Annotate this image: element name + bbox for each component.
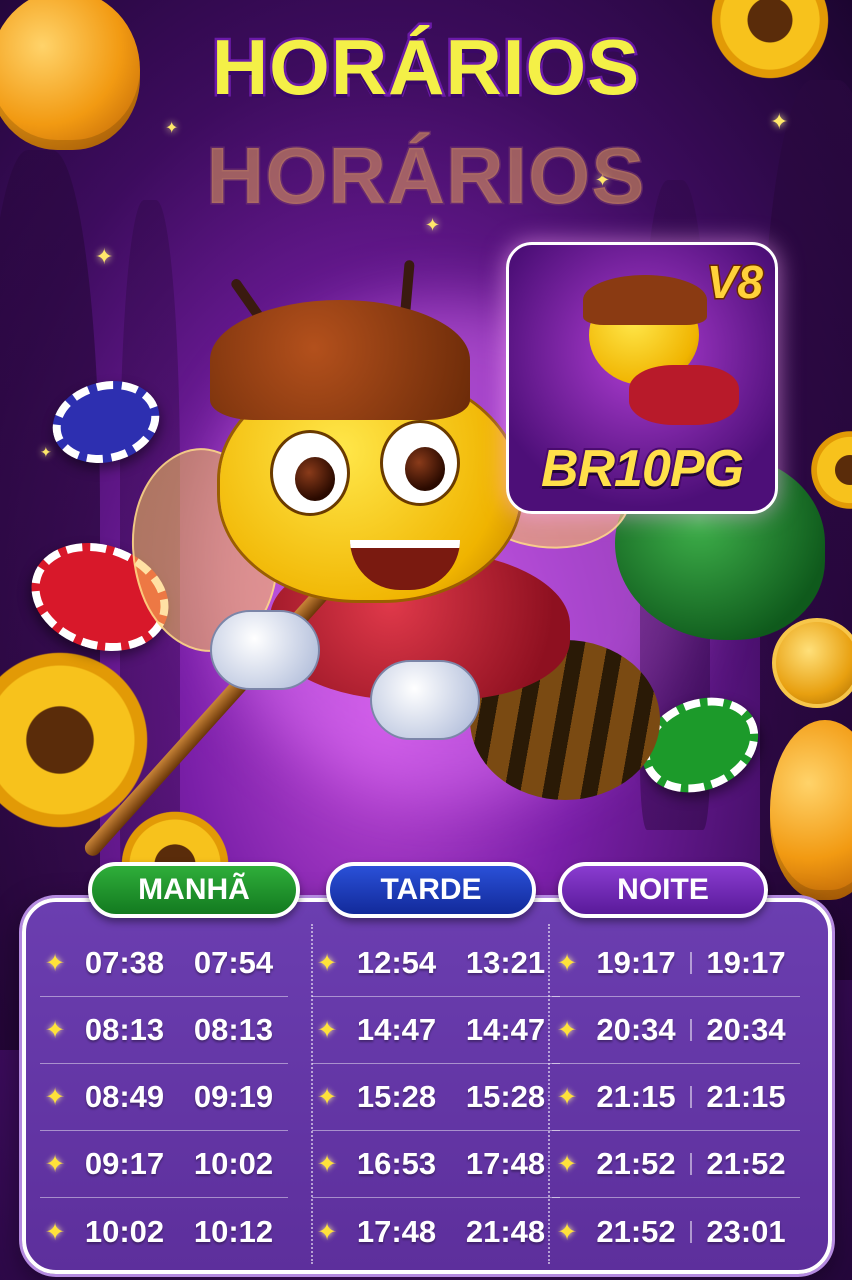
- time-start: 19:17: [596, 945, 676, 980]
- sparkle-icon: ✦: [556, 1150, 578, 1178]
- sparkle-icon: ✦: [316, 949, 338, 977]
- schedule-row: ✦ 15:28 15:28: [312, 1064, 560, 1131]
- time-start: 20:34: [596, 1012, 676, 1047]
- time-end: 10:02: [193, 1146, 274, 1181]
- time-end: 19:17: [706, 945, 786, 980]
- time-start: 12:54: [356, 945, 437, 980]
- time-start: 21:52: [596, 1146, 676, 1181]
- tab-manha[interactable]: MANHÃ: [88, 862, 300, 918]
- sparkle-icon: ✦: [44, 1016, 66, 1044]
- time-end: 13:21: [465, 945, 546, 980]
- logo-bee-body: [629, 365, 739, 425]
- sparkle-icon: ✦: [44, 949, 66, 977]
- brand-logo[interactable]: V8 BR10PG: [506, 242, 778, 514]
- schedule-row: ✦ 12:54 13:21: [312, 930, 560, 997]
- time-start: 14:47: [356, 1012, 437, 1047]
- time-end: 21:48: [465, 1213, 546, 1249]
- schedule-row: ✦ 10:02 10:12: [40, 1198, 288, 1265]
- schedule-row: ✦ 08:49 09:19: [40, 1064, 288, 1131]
- time-end: 08:13: [193, 1012, 274, 1047]
- time-end: 09:19: [193, 1079, 274, 1114]
- time-start: 21:15: [596, 1079, 676, 1114]
- sparkle-icon: ✦: [316, 1083, 338, 1111]
- time-end: 20:34: [706, 1012, 786, 1047]
- time-start: 09:17: [84, 1146, 165, 1181]
- logo-brand-name: BR10PG: [539, 438, 746, 500]
- time-start: 15:28: [356, 1079, 437, 1114]
- time-start: 07:38: [84, 945, 165, 980]
- time-start: 21:52: [596, 1213, 676, 1249]
- schedule-row: ✦ 08:13 08:13: [40, 997, 288, 1064]
- schedule-column-manha: ✦ 07:38 07:54 ✦ 08:13 08:13 ✦ 08:49 09:19 ✦ 09:…: [40, 930, 288, 1265]
- sparkle-icon: ✦: [556, 1083, 578, 1111]
- sparkle-icon: ✦: [316, 1217, 338, 1246]
- sparkle-icon: ✦: [44, 1150, 66, 1178]
- time-end: 14:47: [465, 1012, 546, 1047]
- time-end: 17:48: [465, 1146, 546, 1181]
- sparkle-icon: ✦: [556, 1217, 578, 1246]
- schedule-row: ✦ 21:52 21:52: [552, 1131, 800, 1198]
- time-end: 07:54: [193, 945, 274, 980]
- sparkle-icon: ✦: [44, 1217, 66, 1246]
- schedule-row: ✦ 09:17 10:02: [40, 1131, 288, 1198]
- schedule-row: ✦ 17:48 21:48: [312, 1198, 560, 1265]
- sparkle-icon: ✦: [44, 1083, 66, 1111]
- time-end: 10:12: [193, 1213, 274, 1249]
- logo-badge: V8: [705, 255, 764, 310]
- schedule-row: ✦ 21:15 21:15: [552, 1064, 800, 1131]
- time-start: 16:53: [356, 1146, 437, 1181]
- page-title: HORÁRIOS: [209, 21, 641, 114]
- schedule-row: ✦ 21:52 23:01: [552, 1198, 800, 1265]
- sparkle-icon: ✦: [556, 949, 578, 977]
- tab-noite[interactable]: NOITE: [558, 862, 768, 918]
- logo-bee-hat: [583, 275, 707, 325]
- gold-coin: [772, 618, 852, 708]
- time-end: 23:01: [706, 1213, 786, 1249]
- schedule-row: ✦ 16:53 17:48: [312, 1131, 560, 1198]
- time-start: 17:48: [356, 1213, 437, 1249]
- tab-tarde[interactable]: TARDE: [326, 862, 536, 918]
- sparkle-icon: ✦: [316, 1016, 338, 1044]
- time-start: 10:02: [84, 1213, 165, 1249]
- time-end: 21:52: [706, 1146, 786, 1181]
- title-echo: HORÁRIOS: [205, 130, 646, 222]
- schedule-row: ✦ 14:47 14:47: [312, 997, 560, 1064]
- time-start: 08:13: [84, 1012, 165, 1047]
- schedule-row: ✦ 07:38 07:54: [40, 930, 288, 997]
- sparkle-icon: ✦: [556, 1016, 578, 1044]
- schedule-column-noite: ✦ 19:17 19:17 ✦ 20:34 20:34 ✦ 21:15 21:15 ✦ 21:…: [552, 930, 800, 1265]
- schedule-row: ✦ 20:34 20:34: [552, 997, 800, 1064]
- time-end: 21:15: [706, 1079, 786, 1114]
- schedule-column-tarde: ✦ 12:54 13:21 ✦ 14:47 14:47 ✦ 15:28 15:28 ✦ 16:…: [312, 930, 560, 1265]
- time-start: 08:49: [84, 1079, 165, 1114]
- sparkle-icon: ✦: [316, 1150, 338, 1178]
- time-end: 15:28: [465, 1079, 546, 1114]
- schedule-row: ✦ 19:17 19:17: [552, 930, 800, 997]
